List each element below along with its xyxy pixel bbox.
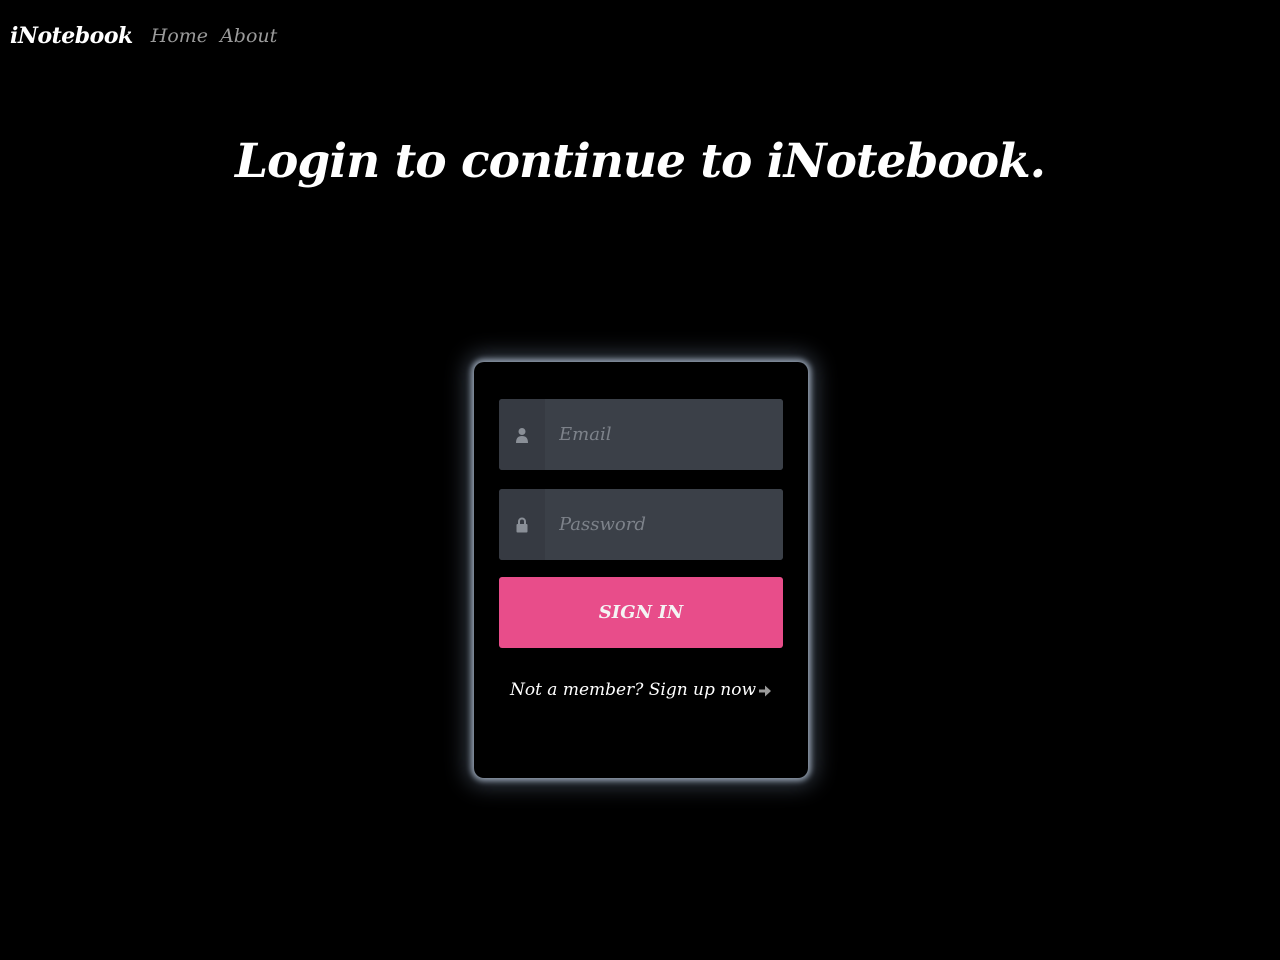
user-icon	[516, 427, 528, 443]
email-field-group	[499, 399, 783, 470]
signup-link[interactable]: Sign up now	[649, 680, 772, 700]
sign-in-button[interactable]: SIGN IN	[499, 577, 783, 648]
arrow-right-icon	[759, 685, 772, 696]
signup-row: Not a member? Sign up now	[474, 680, 808, 700]
signup-link-label: Sign up now	[648, 680, 757, 700]
email-input[interactable]	[545, 399, 783, 470]
signup-prompt: Not a member?	[509, 680, 649, 700]
lock-icon	[516, 517, 528, 532]
nav-link-home[interactable]: Home	[151, 25, 208, 47]
password-field-group	[499, 489, 783, 560]
brand-logo[interactable]: iNotebook	[10, 23, 133, 49]
navbar: iNotebook Home About	[0, 0, 1280, 72]
password-input[interactable]	[545, 489, 783, 560]
nav-link-about[interactable]: About	[220, 25, 277, 47]
login-card: SIGN IN Not a member? Sign up now	[474, 362, 808, 778]
password-icon-box	[499, 489, 545, 560]
email-icon-box	[499, 399, 545, 470]
page-title: Login to continue to iNotebook.	[234, 134, 1046, 189]
